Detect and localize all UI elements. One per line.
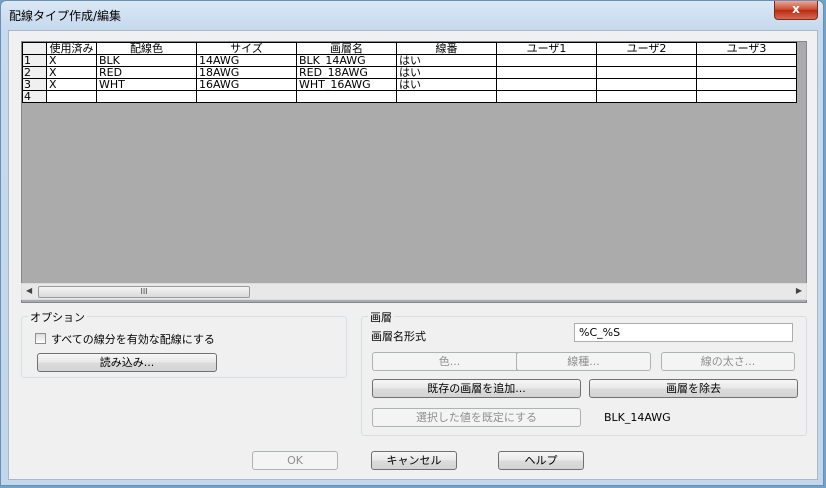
grid-header-row: 使用済み 配線色 サイズ 画層名 線番 ユーザ1 ユーザ2 ユーザ3 bbox=[22, 42, 797, 55]
col-header-user2[interactable]: ユーザ2 bbox=[596, 42, 697, 55]
cell-wire-color[interactable] bbox=[96, 90, 197, 103]
layer-name-format-label: 画層名形式 bbox=[371, 330, 426, 343]
cell-user3[interactable] bbox=[696, 54, 797, 67]
col-header-wire-color[interactable]: 配線色 bbox=[96, 42, 197, 55]
cell-user3[interactable] bbox=[696, 78, 797, 91]
valid-wires-checkbox-label[interactable]: すべての線分を有効な配線にする bbox=[51, 331, 215, 347]
corner-cell[interactable] bbox=[22, 42, 47, 55]
col-header-user1[interactable]: ユーザ1 bbox=[496, 42, 597, 55]
cell-size[interactable]: 16AWG bbox=[196, 78, 297, 91]
cell-user3[interactable] bbox=[696, 90, 797, 103]
cell-wire-number[interactable]: はい bbox=[396, 54, 497, 67]
options-group-label: オプション bbox=[28, 309, 87, 325]
layer-group: 画層 画層名形式 %C_%S 色... 線種... 線の太さ... 既存の画層を… bbox=[361, 309, 807, 436]
cell-layer-name[interactable]: BLK_14AWG bbox=[296, 54, 397, 67]
cell-user1[interactable] bbox=[496, 90, 597, 103]
row-header[interactable]: 1 bbox=[22, 54, 47, 67]
row-header[interactable]: 2 bbox=[22, 66, 47, 79]
cell-wire-number[interactable] bbox=[396, 90, 497, 103]
load-button[interactable]: 読み込み... bbox=[37, 353, 217, 372]
cell-wire-color[interactable]: RED bbox=[96, 66, 197, 79]
col-header-used[interactable]: 使用済み bbox=[46, 42, 97, 55]
table-row[interactable]: 1 X BLK 14AWG BLK_14AWG はい bbox=[22, 54, 797, 67]
options-group: オプション すべての線分を有効な配線にする 読み込み... bbox=[21, 309, 347, 378]
window-title: 配線タイプ作成/編集 bbox=[9, 9, 122, 23]
cell-layer-name[interactable] bbox=[296, 90, 397, 103]
col-header-layer-name[interactable]: 画層名 bbox=[296, 42, 397, 55]
col-header-size[interactable]: サイズ bbox=[196, 42, 297, 55]
col-header-user3[interactable]: ユーザ3 bbox=[696, 42, 797, 55]
color-button[interactable]: 色... bbox=[372, 352, 527, 371]
help-button[interactable]: ヘルプ bbox=[498, 451, 584, 470]
cell-used[interactable]: X bbox=[46, 66, 97, 79]
wire-type-grid[interactable]: 使用済み 配線色 サイズ 画層名 線番 ユーザ1 ユーザ2 ユーザ3 1 X B bbox=[21, 41, 807, 303]
horizontal-scrollbar[interactable]: ◀ III ▶ bbox=[21, 283, 807, 300]
col-header-wire-number[interactable]: 線番 bbox=[396, 42, 497, 55]
dialog-window: 配線タイプ作成/編集 x 使用済み 配線色 サイズ 画層名 線番 ユーザ1 ユー… bbox=[0, 0, 824, 486]
cancel-button[interactable]: キャンセル bbox=[371, 451, 457, 470]
row-header[interactable]: 4 bbox=[22, 90, 47, 103]
add-existing-layer-button[interactable]: 既存の画層を追加... bbox=[372, 379, 581, 398]
cell-user1[interactable] bbox=[496, 78, 597, 91]
cell-layer-name[interactable]: RED_18AWG bbox=[296, 66, 397, 79]
dialog-client: 使用済み 配線色 サイズ 画層名 線番 ユーザ1 ユーザ2 ユーザ3 1 X B bbox=[8, 30, 818, 480]
linetype-button[interactable]: 線種... bbox=[516, 352, 651, 371]
remove-layer-button[interactable]: 画層を除去 bbox=[589, 379, 798, 398]
layer-name-format-input[interactable]: %C_%S bbox=[574, 323, 793, 342]
scroll-thumb[interactable]: III bbox=[38, 286, 250, 298]
layer-group-label: 画層 bbox=[368, 309, 394, 325]
cell-size[interactable]: 14AWG bbox=[196, 54, 297, 67]
ok-button[interactable]: OK bbox=[252, 451, 338, 470]
cell-wire-color[interactable]: BLK bbox=[96, 54, 197, 67]
cell-size[interactable] bbox=[196, 90, 297, 103]
cell-wire-number[interactable]: はい bbox=[396, 66, 497, 79]
grid-table: 使用済み 配線色 サイズ 画層名 線番 ユーザ1 ユーザ2 ユーザ3 1 X B bbox=[22, 42, 797, 103]
table-row[interactable]: 3 X WHT 16AWG WHT_16AWG はい bbox=[22, 78, 797, 91]
cell-used[interactable] bbox=[46, 90, 97, 103]
cell-size[interactable]: 18AWG bbox=[196, 66, 297, 79]
set-default-button[interactable]: 選択した値を既定にする bbox=[372, 408, 581, 427]
current-layer-value: BLK_14AWG bbox=[604, 411, 671, 424]
cell-user2[interactable] bbox=[596, 66, 697, 79]
cell-layer-name[interactable]: WHT_16AWG bbox=[296, 78, 397, 91]
cell-wire-color[interactable]: WHT bbox=[96, 78, 197, 91]
close-button[interactable]: x bbox=[774, 1, 818, 20]
table-row[interactable]: 4 bbox=[22, 90, 797, 103]
scroll-right-icon[interactable]: ▶ bbox=[796, 286, 802, 295]
row-header[interactable]: 3 bbox=[22, 78, 47, 91]
cell-user2[interactable] bbox=[596, 78, 697, 91]
cell-used[interactable]: X bbox=[46, 78, 97, 91]
lineweight-button[interactable]: 線の太さ... bbox=[661, 352, 795, 371]
cell-user1[interactable] bbox=[496, 66, 597, 79]
cell-user2[interactable] bbox=[596, 54, 697, 67]
table-row[interactable]: 2 X RED 18AWG RED_18AWG はい bbox=[22, 66, 797, 79]
cell-used[interactable]: X bbox=[46, 54, 97, 67]
scroll-left-icon[interactable]: ◀ bbox=[26, 286, 32, 295]
cell-user3[interactable] bbox=[696, 66, 797, 79]
cell-wire-number[interactable]: はい bbox=[396, 78, 497, 91]
cell-user1[interactable] bbox=[496, 54, 597, 67]
cell-user2[interactable] bbox=[596, 90, 697, 103]
valid-wires-checkbox[interactable] bbox=[35, 333, 46, 344]
